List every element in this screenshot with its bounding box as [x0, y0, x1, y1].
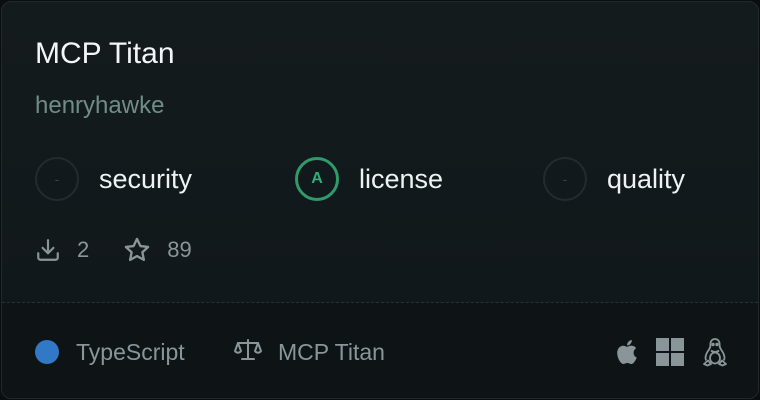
quality-label: quality [607, 163, 686, 194]
license-name: MCP Titan [278, 338, 385, 365]
server-card[interactable]: MCP Titan henryhawke - security A licens… [1, 1, 759, 399]
license-label: license [359, 163, 444, 194]
stars-stat: 89 [123, 236, 192, 264]
scale-icon [234, 338, 262, 367]
license-grade-badge: A [295, 157, 339, 201]
platform-icons [614, 337, 728, 367]
stars-count: 89 [167, 237, 192, 262]
language-info: TypeScript [35, 339, 185, 365]
quality-grade-badge: - [543, 157, 587, 201]
linux-icon [702, 337, 728, 367]
downloads-stat: 2 [35, 237, 89, 263]
stats-row: 2 89 [35, 233, 192, 267]
license-info: MCP Titan [234, 338, 385, 367]
author-name[interactable]: henryhawke [35, 91, 164, 121]
license-score: A license [295, 154, 443, 204]
card-footer: TypeScript MCP Titan [2, 303, 758, 398]
star-icon [123, 236, 151, 264]
language-color-dot [35, 340, 59, 364]
windows-icon [656, 338, 684, 366]
apple-icon [614, 338, 638, 366]
security-label: security [99, 163, 193, 194]
language-label: TypeScript [76, 338, 185, 365]
downloads-count: 2 [77, 237, 90, 262]
quality-score: - quality [543, 154, 685, 204]
security-grade-badge: - [35, 157, 79, 201]
security-score: - security [35, 154, 192, 204]
server-title[interactable]: MCP Titan [35, 36, 175, 72]
download-icon [35, 237, 61, 263]
